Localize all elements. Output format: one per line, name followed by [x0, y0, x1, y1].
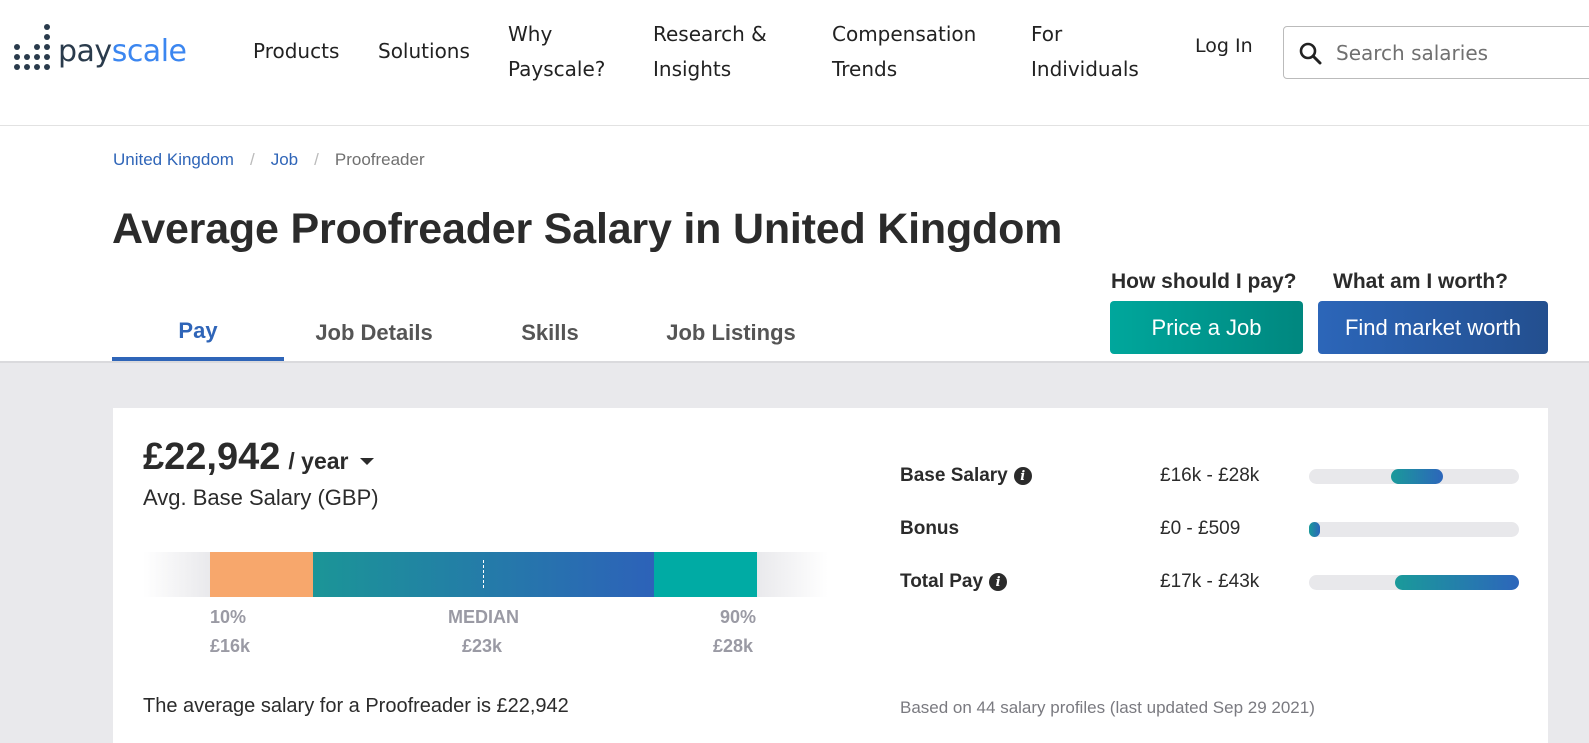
average-salary: £22,942 / year — [143, 436, 375, 479]
pay-row-bonus: Bonus £0 - £509 — [900, 514, 1530, 544]
salary-distribution-bar — [143, 552, 828, 597]
tab-job-details[interactable]: Job Details — [284, 305, 464, 361]
logo-text-pay: pay — [58, 34, 112, 69]
page-title: Average Proofreader Salary in United Kin… — [112, 205, 1063, 253]
pay-row-name: Bonus — [900, 518, 1160, 540]
pay-row-total-pay: Total Pay i £17k - £43k — [900, 567, 1530, 597]
breadcrumb-united-kingdom[interactable]: United Kingdom — [113, 150, 234, 170]
pay-range-fill — [1309, 521, 1320, 537]
pay-row-label: Total Pay — [900, 571, 984, 592]
find-market-worth-button[interactable]: Find market worth — [1318, 301, 1548, 354]
p10-value: £16k — [210, 636, 251, 656]
median-value: £23k — [462, 636, 503, 656]
breadcrumb-proofreader: Proofreader — [334, 150, 425, 169]
nav-why-payscale[interactable]: Why Payscale? — [508, 17, 628, 87]
pay-row-label: Base Salary — [900, 465, 1008, 486]
tab-job-listings[interactable]: Job Listings — [636, 305, 826, 361]
pay-row-range: £17k - £43k — [1160, 571, 1260, 592]
logo-text-scale: scale — [111, 34, 187, 69]
pay-row-label: Bonus — [900, 518, 960, 539]
search-input[interactable] — [1336, 40, 1586, 65]
breadcrumb-separator: / — [314, 150, 319, 169]
payscale-logo[interactable]: payscale — [14, 24, 187, 70]
salary-amount: £22,942 — [143, 436, 281, 478]
pay-row-name: Total Pay i — [900, 571, 1160, 593]
pay-question-label: How should I pay? — [1111, 270, 1297, 293]
distribution-segment-low — [210, 552, 313, 597]
search-icon[interactable] — [1284, 41, 1328, 65]
price-a-job-button[interactable]: Price a Job — [1110, 301, 1303, 354]
p10-label: 10% — [210, 607, 247, 627]
logo-dots-icon — [14, 24, 50, 70]
median-label: MEDIAN — [448, 607, 519, 627]
pay-range-fill — [1395, 574, 1519, 590]
breadcrumb: United Kingdom / Job / Proofreader — [113, 150, 425, 170]
info-icon[interactable]: i — [989, 573, 1008, 591]
nav-solutions[interactable]: Solutions — [378, 34, 470, 69]
tab-pay[interactable]: Pay — [112, 305, 284, 361]
nav-compensation-trends[interactable]: Compensation Trends — [832, 17, 1002, 87]
pay-row-range: £0 - £509 — [1160, 518, 1241, 539]
info-icon[interactable]: i — [1013, 467, 1032, 485]
search-box[interactable] — [1283, 26, 1589, 79]
median-marker — [483, 560, 484, 588]
page-tabs: Pay Job Details Skills Job Listings — [112, 305, 826, 361]
p90-label: 90% — [720, 607, 757, 627]
tab-skills[interactable]: Skills — [464, 305, 636, 361]
period-dropdown-caret-icon[interactable] — [360, 458, 375, 465]
worth-question-label: What am I worth? — [1333, 270, 1508, 293]
nav-products[interactable]: Products — [253, 34, 339, 69]
salary-summary-text: The average salary for a Proofreader is … — [143, 695, 569, 717]
salary-profiles-note: Based on 44 salary profiles (last update… — [900, 698, 1315, 717]
logo-wordmark: payscale — [58, 34, 187, 70]
pay-range-track — [1309, 521, 1519, 537]
nav-research-insights[interactable]: Research & Insights — [653, 17, 793, 87]
pay-range-track — [1309, 468, 1519, 484]
login-link[interactable]: Log In — [1195, 35, 1253, 57]
pay-row-name: Base Salary i — [900, 465, 1160, 487]
breadcrumb-job[interactable]: Job — [271, 150, 298, 170]
distribution-fade-left — [143, 552, 210, 597]
pay-range-fill — [1390, 468, 1444, 484]
distribution-fade-right — [757, 552, 828, 597]
salary-label: Avg. Base Salary (GBP) — [143, 485, 379, 510]
top-navigation: payscale Products Solutions Why Payscale… — [0, 0, 1589, 126]
breadcrumb-separator: / — [249, 150, 255, 169]
nav-for-individuals[interactable]: For Individuals — [1031, 17, 1161, 87]
pay-row-base-salary: Base Salary i £16k - £28k — [900, 461, 1530, 491]
salary-period[interactable]: / year — [288, 448, 348, 475]
pay-row-range: £16k - £28k — [1160, 465, 1260, 486]
pay-range-track — [1309, 574, 1519, 590]
distribution-segment-high — [654, 552, 757, 597]
p90-value: £28k — [713, 636, 754, 656]
